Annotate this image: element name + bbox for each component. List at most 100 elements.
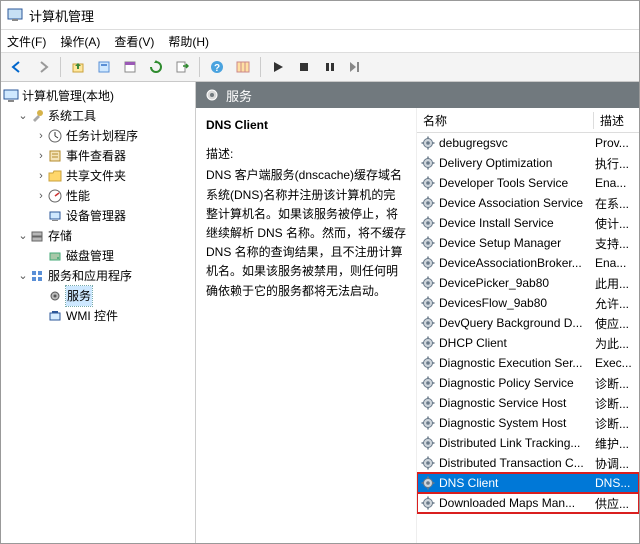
restart-service-button[interactable] bbox=[344, 55, 368, 79]
tree-apps[interactable]: ⌄服务和应用程序 bbox=[3, 266, 193, 286]
service-row[interactable]: Diagnostic Policy Service 诊断... bbox=[417, 373, 639, 393]
service-desc: 维护... bbox=[591, 435, 639, 452]
service-row[interactable]: DevicePicker_9ab80此用... bbox=[417, 273, 639, 293]
service-name: Device Association Service bbox=[439, 196, 583, 210]
stop-service-button[interactable] bbox=[292, 55, 316, 79]
service-row[interactable]: Diagnostic System Host诊断... bbox=[417, 413, 639, 433]
service-name: Developer Tools Service bbox=[439, 176, 568, 190]
gear-icon bbox=[421, 456, 439, 470]
menu-view[interactable]: 查看(V) bbox=[114, 33, 154, 50]
gear-icon bbox=[204, 87, 220, 103]
export-list-button[interactable] bbox=[170, 55, 194, 79]
service-name: Distributed Transaction C... bbox=[439, 456, 584, 470]
service-row[interactable]: Delivery Optimization 执行... bbox=[417, 153, 639, 173]
tree-root[interactable]: 计算机管理(本地) bbox=[3, 86, 193, 106]
service-desc: 协调... bbox=[591, 455, 639, 472]
service-name: DevicesFlow_9ab80 bbox=[439, 296, 547, 310]
tree-devmgr[interactable]: 设备管理器 bbox=[3, 206, 193, 226]
tree-perf[interactable]: ›性能 bbox=[3, 186, 193, 206]
help-button[interactable]: ? bbox=[205, 55, 229, 79]
wmi-icon bbox=[47, 308, 63, 324]
gear-icon bbox=[421, 436, 439, 450]
tree-systools[interactable]: ⌄系统工具 bbox=[3, 106, 193, 126]
service-name: Diagnostic System Host bbox=[439, 416, 566, 430]
expand-icon[interactable]: › bbox=[35, 186, 47, 206]
tree-wmi[interactable]: WMI 控件 bbox=[3, 306, 193, 326]
tree-sched[interactable]: ›任务计划程序 bbox=[3, 126, 193, 146]
back-button[interactable] bbox=[5, 55, 29, 79]
service-desc: 供应... bbox=[591, 495, 639, 512]
gear-icon bbox=[421, 376, 439, 390]
list-header[interactable]: 名称 描述 bbox=[417, 108, 639, 133]
service-row[interactable]: Diagnostic Service Host诊断... bbox=[417, 393, 639, 413]
service-row[interactable]: Developer Tools Service Ena... bbox=[417, 173, 639, 193]
service-desc: DNS... bbox=[591, 476, 639, 490]
service-row[interactable]: Diagnostic Execution Ser...Exec... bbox=[417, 353, 639, 373]
selected-service-name: DNS Client bbox=[206, 116, 406, 135]
service-desc: 允许... bbox=[591, 295, 639, 312]
service-row[interactable]: DeviceAssociationBroker...Ena... bbox=[417, 253, 639, 273]
gear-icon bbox=[421, 136, 439, 150]
service-desc: 使应... bbox=[591, 315, 639, 332]
nav-tree[interactable]: 计算机管理(本地) ⌄系统工具 ›任务计划程序 ›事件查看器 ›共享文件夹 ›性… bbox=[1, 82, 196, 543]
pause-service-button[interactable] bbox=[318, 55, 342, 79]
gear-icon bbox=[421, 416, 439, 430]
service-name: debugregsvc bbox=[439, 136, 508, 150]
gear-icon bbox=[421, 356, 439, 370]
export-button[interactable] bbox=[118, 55, 142, 79]
service-row[interactable]: Downloaded Maps Man...供应... bbox=[417, 493, 639, 513]
menu-help[interactable]: 帮助(H) bbox=[168, 33, 209, 50]
gear-icon bbox=[421, 236, 439, 250]
columns-button[interactable] bbox=[231, 55, 255, 79]
tree-storage[interactable]: ⌄存储 bbox=[3, 226, 193, 246]
service-name: Delivery Optimization bbox=[439, 156, 552, 170]
tree-evt[interactable]: ›事件查看器 bbox=[3, 146, 193, 166]
menubar: 文件(F) 操作(A) 查看(V) 帮助(H) bbox=[1, 30, 639, 53]
service-desc: 诊断... bbox=[591, 375, 639, 392]
tools-icon bbox=[29, 108, 45, 124]
service-name: Device Setup Manager bbox=[439, 236, 561, 250]
service-row[interactable]: Device Install Service使计... bbox=[417, 213, 639, 233]
expand-icon[interactable]: › bbox=[35, 166, 47, 186]
service-list[interactable]: 名称 描述 debugregsvcProv...Delivery Optimiz… bbox=[417, 108, 639, 543]
gear-icon bbox=[421, 216, 439, 230]
service-row[interactable]: Distributed Link Tracking... 维护... bbox=[417, 433, 639, 453]
column-name[interactable]: 名称 bbox=[417, 112, 594, 129]
service-row[interactable]: DNS ClientDNS... bbox=[417, 473, 639, 493]
collapse-icon[interactable]: ⌄ bbox=[17, 266, 29, 286]
refresh-button[interactable] bbox=[144, 55, 168, 79]
service-row[interactable]: Distributed Transaction C... 协调... bbox=[417, 453, 639, 473]
service-desc: 使计... bbox=[591, 215, 639, 232]
column-desc[interactable]: 描述 bbox=[594, 112, 639, 129]
menu-file[interactable]: 文件(F) bbox=[7, 33, 46, 50]
service-desc: 执行... bbox=[591, 155, 639, 172]
tree-share[interactable]: ›共享文件夹 bbox=[3, 166, 193, 186]
service-name: Distributed Link Tracking... bbox=[439, 436, 580, 450]
tree-disk[interactable]: 磁盘管理 bbox=[3, 246, 193, 266]
properties-button[interactable] bbox=[92, 55, 116, 79]
service-row[interactable]: DHCP Client为此... bbox=[417, 333, 639, 353]
gear-icon bbox=[421, 156, 439, 170]
tree-services[interactable]: 服务 bbox=[3, 286, 193, 306]
collapse-icon[interactable]: ⌄ bbox=[17, 106, 29, 126]
service-desc: 诊断... bbox=[591, 395, 639, 412]
window-title: 计算机管理 bbox=[29, 6, 94, 25]
service-desc: Ena... bbox=[591, 176, 639, 190]
service-name: Diagnostic Policy Service bbox=[439, 376, 574, 390]
expand-icon[interactable]: › bbox=[35, 146, 47, 166]
expand-icon[interactable]: › bbox=[35, 126, 47, 146]
svg-text:?: ? bbox=[214, 63, 220, 74]
menu-action[interactable]: 操作(A) bbox=[60, 33, 100, 50]
event-icon bbox=[47, 148, 63, 164]
collapse-icon[interactable]: ⌄ bbox=[17, 226, 29, 246]
description-text: DNS 客户端服务(dnscache)缓存域名系统(DNS)名称并注册该计算机的… bbox=[206, 166, 406, 300]
service-row[interactable]: Device Setup Manager支持... bbox=[417, 233, 639, 253]
service-row[interactable]: DevQuery Background D...使应... bbox=[417, 313, 639, 333]
start-service-button[interactable] bbox=[266, 55, 290, 79]
service-row[interactable]: DevicesFlow_9ab80 允许... bbox=[417, 293, 639, 313]
up-button[interactable] bbox=[66, 55, 90, 79]
forward-button[interactable] bbox=[31, 55, 55, 79]
service-row[interactable]: debugregsvcProv... bbox=[417, 133, 639, 153]
service-desc: 此用... bbox=[591, 275, 639, 292]
service-row[interactable]: Device Association Service在系... bbox=[417, 193, 639, 213]
